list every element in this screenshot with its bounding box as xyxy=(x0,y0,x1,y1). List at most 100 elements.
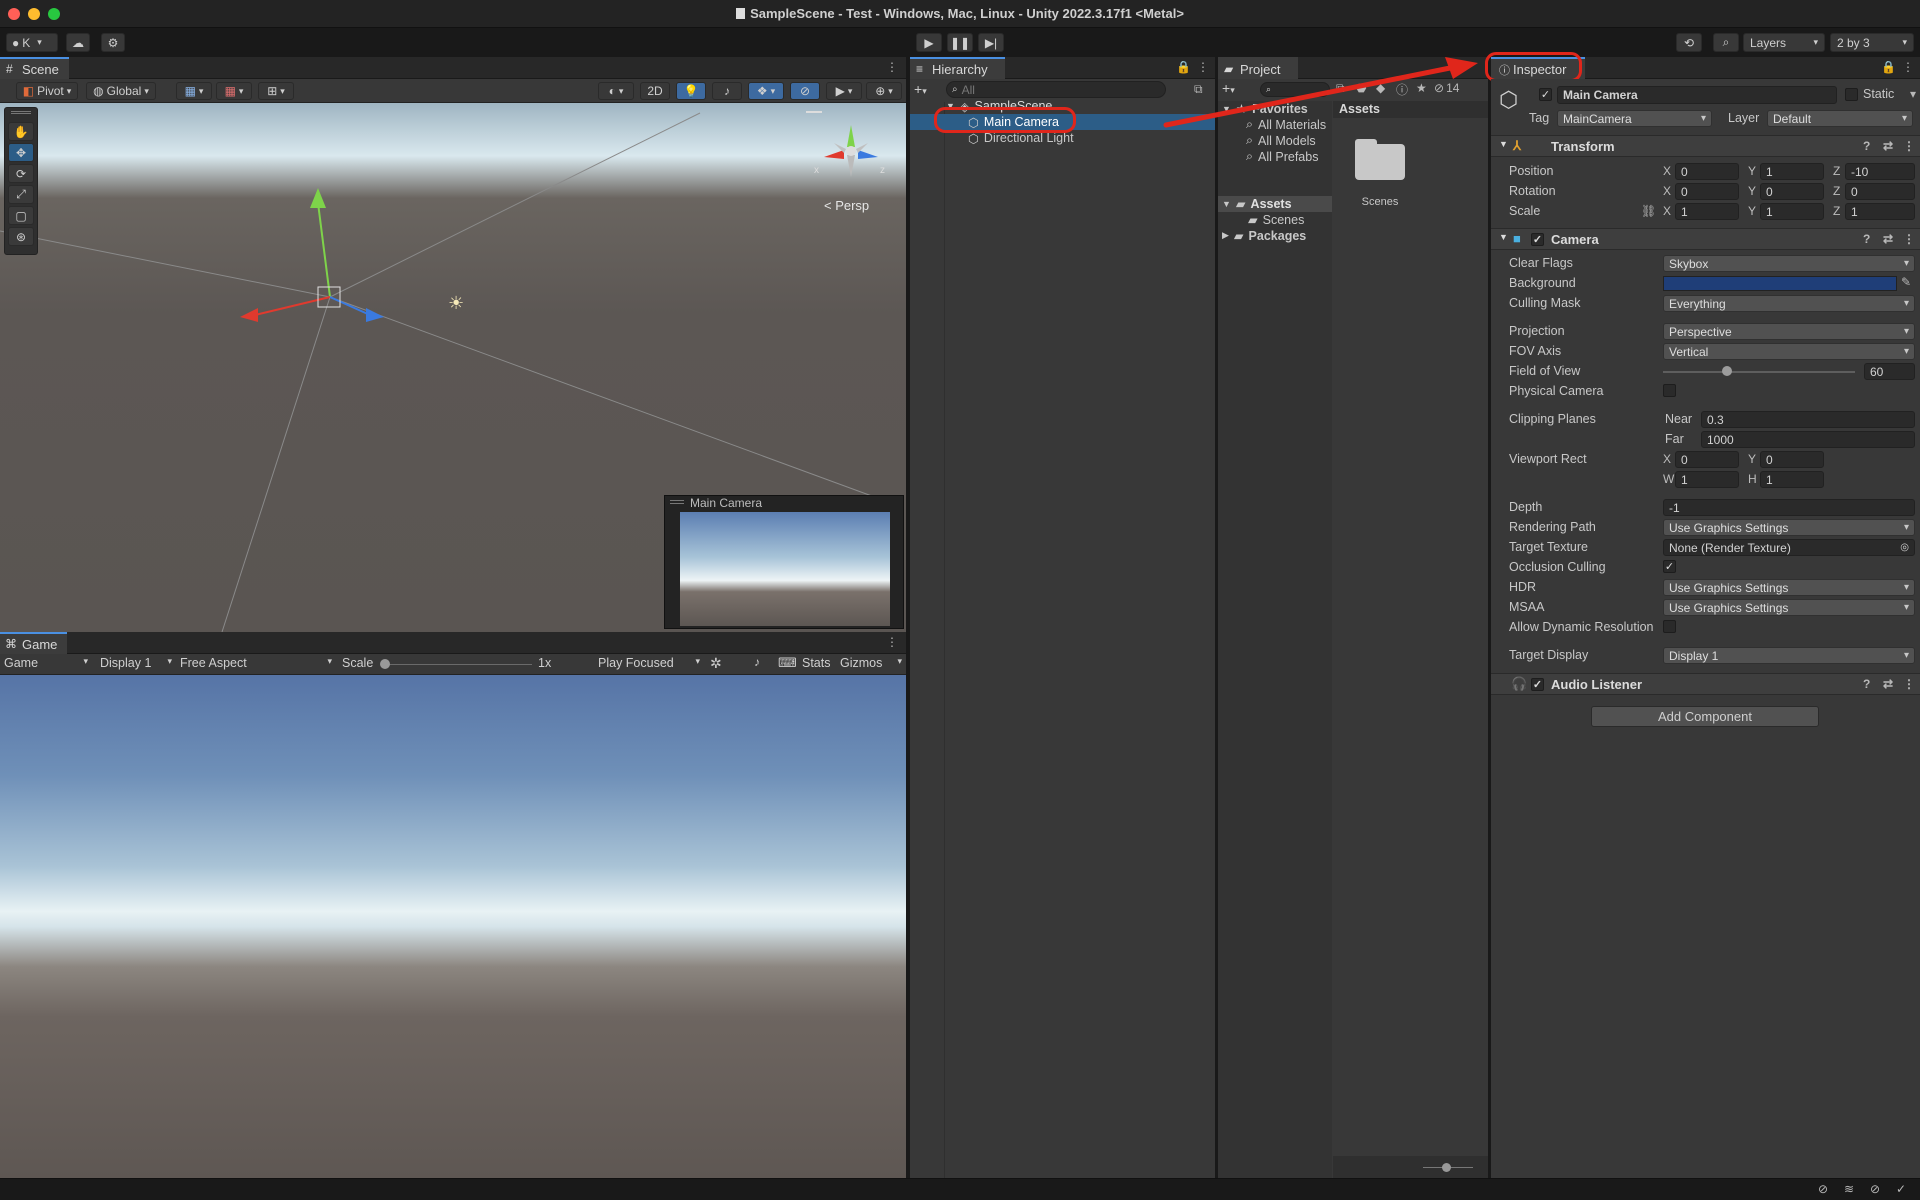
icon-size-slider-thumb[interactable] xyxy=(1442,1163,1451,1172)
rotation-x-field[interactable]: 0 xyxy=(1675,183,1739,200)
hdr-dropdown[interactable]: Use Graphics Settings xyxy=(1663,579,1915,596)
palette-drag-handle[interactable] xyxy=(11,111,31,114)
debug-mode-icon[interactable]: ⊘ xyxy=(1818,1182,1828,1196)
play-mode-dropdown[interactable]: Play Focused ▾ xyxy=(598,656,700,673)
scenes-folder-tile[interactable] xyxy=(1355,139,1405,181)
presets-icon[interactable]: ⇄ xyxy=(1883,139,1893,153)
scale-z-field[interactable]: 1 xyxy=(1845,203,1915,220)
position-y-field[interactable]: 1 xyxy=(1760,163,1824,180)
fov-slider-track[interactable] xyxy=(1663,371,1855,373)
aspect-dropdown[interactable]: Free Aspect ▾ xyxy=(180,656,332,673)
fov-slider-thumb[interactable] xyxy=(1721,366,1732,376)
target-texture-field[interactable]: None (Render Texture) ◎ xyxy=(1663,539,1915,556)
camera-component-header[interactable]: ▼ ■ ✓ Camera ? ⇄ ⋮ xyxy=(1491,228,1920,250)
layers-dropdown[interactable]: Layers ▾ xyxy=(1743,33,1825,52)
add-component-button[interactable]: Add Component xyxy=(1591,706,1819,727)
object-picker-icon[interactable]: ◎ xyxy=(1900,542,1909,553)
camera-settings-button[interactable]: ▶ ▾ xyxy=(826,82,862,100)
static-checkbox[interactable] xyxy=(1845,88,1858,101)
snap-increment-button[interactable]: ▦ ▾ xyxy=(216,82,252,100)
keyboard-icon[interactable]: ⌨ xyxy=(778,655,797,671)
cache-icon[interactable]: ≋ xyxy=(1844,1182,1854,1196)
hand-tool-button[interactable]: ✋ xyxy=(8,122,34,141)
clear-flags-dropdown[interactable]: Skybox xyxy=(1663,255,1915,272)
progress-ok-icon[interactable]: ✓ xyxy=(1896,1182,1906,1196)
position-x-field[interactable]: 0 xyxy=(1675,163,1739,180)
msaa-dropdown[interactable]: Use Graphics Settings xyxy=(1663,599,1915,616)
projection-dropdown[interactable]: Perspective xyxy=(1663,323,1915,340)
collab-button[interactable]: ⚙ xyxy=(101,33,125,52)
physical-camera-checkbox[interactable] xyxy=(1663,384,1676,397)
undo-history-button[interactable]: ⟲ xyxy=(1676,33,1702,52)
favorite-all-prefabs[interactable]: ⌕ All Prefabs xyxy=(1246,149,1318,164)
bug-icon[interactable]: ✲ xyxy=(710,655,722,672)
shading-mode-button[interactable]: ◐ ▾ xyxy=(598,82,634,100)
move-tool-button[interactable]: ✥ xyxy=(8,143,34,162)
viewport-h-field[interactable]: 1 xyxy=(1760,471,1824,488)
directional-light-icon[interactable]: ☀ xyxy=(448,293,464,314)
layer-dropdown[interactable]: Default xyxy=(1767,110,1913,127)
rect-tool-button[interactable]: ▢ xyxy=(8,206,34,225)
grid-snap-button[interactable]: ▦ ▾ xyxy=(176,82,212,100)
lock-icon[interactable]: 🔒 xyxy=(1881,60,1896,74)
culling-mask-dropdown[interactable]: Everything xyxy=(1663,295,1915,312)
chevron-down-icon[interactable]: ▾ xyxy=(1910,87,1916,101)
help-icon[interactable]: ? xyxy=(1863,232,1870,246)
active-checkbox[interactable]: ✓ xyxy=(1539,88,1552,101)
component-menu-icon[interactable]: ⋮ xyxy=(1903,677,1915,691)
occlusion-culling-checkbox[interactable]: ✓ xyxy=(1663,560,1676,573)
effects-toggle[interactable]: ❖ ▾ xyxy=(748,82,784,100)
viewport-w-field[interactable]: 1 xyxy=(1675,471,1739,488)
target-display-dropdown[interactable]: Display 1 xyxy=(1663,647,1915,664)
position-z-field[interactable]: -10 xyxy=(1845,163,1915,180)
ruler-button[interactable]: ⊞ ▾ xyxy=(258,82,294,100)
eyedropper-icon[interactable]: ✎ xyxy=(1901,275,1911,289)
preview-drag-handle[interactable] xyxy=(670,500,684,504)
cloud-button[interactable]: ☁ xyxy=(66,33,90,52)
tag-dropdown[interactable]: MainCamera xyxy=(1557,110,1712,127)
play-button[interactable]: ▶ xyxy=(916,33,942,52)
scale-slider-thumb[interactable] xyxy=(380,659,390,669)
pivot-dropdown[interactable]: ◧ Pivot ▾ xyxy=(16,82,78,100)
assets-folder[interactable]: ▼ ▰ Assets xyxy=(1222,196,1292,212)
tab-game[interactable]: ⌘ Game xyxy=(0,632,68,654)
tab-hierarchy[interactable]: ≡ Hierarchy xyxy=(910,57,1005,79)
viewport-drag-handle[interactable] xyxy=(806,111,822,113)
component-menu-icon[interactable]: ⋮ xyxy=(1903,139,1915,153)
object-name-input[interactable]: Main Camera xyxy=(1557,86,1837,104)
game-mode-dropdown[interactable]: Game ▾ xyxy=(4,656,88,673)
mute-audio-icon[interactable]: ♪ xyxy=(754,655,760,669)
scale-x-field[interactable]: 1 xyxy=(1675,203,1739,220)
scale-y-field[interactable]: 1 xyxy=(1760,203,1824,220)
display-dropdown[interactable]: Display 1 ▾ xyxy=(100,656,172,673)
presets-icon[interactable]: ⇄ xyxy=(1883,232,1893,246)
lighting-toggle[interactable]: 💡 xyxy=(676,82,706,100)
search-button[interactable]: ⌕ xyxy=(1713,33,1739,52)
account-dropdown[interactable]: ● K ▾ xyxy=(6,33,58,52)
panel-menu-icon[interactable]: ⋮ xyxy=(886,635,898,649)
gizmos-button[interactable]: ⊕ ▾ xyxy=(866,82,902,100)
component-menu-icon[interactable]: ⋮ xyxy=(1903,232,1915,246)
2d-toggle[interactable]: 2D xyxy=(640,82,670,100)
rendering-path-dropdown[interactable]: Use Graphics Settings xyxy=(1663,519,1915,536)
stats-button[interactable]: Stats xyxy=(802,656,831,670)
step-button[interactable]: ▶| xyxy=(978,33,1004,52)
scale-slider-track[interactable] xyxy=(384,664,532,665)
dynamic-resolution-checkbox[interactable] xyxy=(1663,620,1676,633)
scene-viewport[interactable]: ☀ x z < Persp ✋ ✥ ⟳ ⤢ ▢ ⊛ Main Camera xyxy=(0,103,906,632)
fov-value-field[interactable]: 60 xyxy=(1864,363,1915,380)
rotation-y-field[interactable]: 0 xyxy=(1760,183,1824,200)
scenes-folder[interactable]: ▰ Scenes xyxy=(1248,212,1304,228)
viewport-x-field[interactable]: 0 xyxy=(1675,451,1739,468)
gizmos-dropdown[interactable]: Gizmos ▾ xyxy=(840,656,902,673)
layout-dropdown[interactable]: 2 by 3 ▾ xyxy=(1830,33,1914,52)
depth-field[interactable]: -1 xyxy=(1663,499,1915,516)
fov-axis-dropdown[interactable]: Vertical xyxy=(1663,343,1915,360)
add-object-button[interactable]: +▾ xyxy=(914,81,927,97)
tab-scene[interactable]: # Scene xyxy=(0,57,69,79)
constrain-proportions-icon[interactable]: ⛓ xyxy=(1641,204,1656,218)
rotate-tool-button[interactable]: ⟳ xyxy=(8,164,34,183)
audio-listener-enabled-checkbox[interactable]: ✓ xyxy=(1531,678,1544,691)
pause-button[interactable]: ❚❚ xyxy=(947,33,973,52)
packages-folder[interactable]: ▶ ▰ Packages xyxy=(1222,228,1306,244)
